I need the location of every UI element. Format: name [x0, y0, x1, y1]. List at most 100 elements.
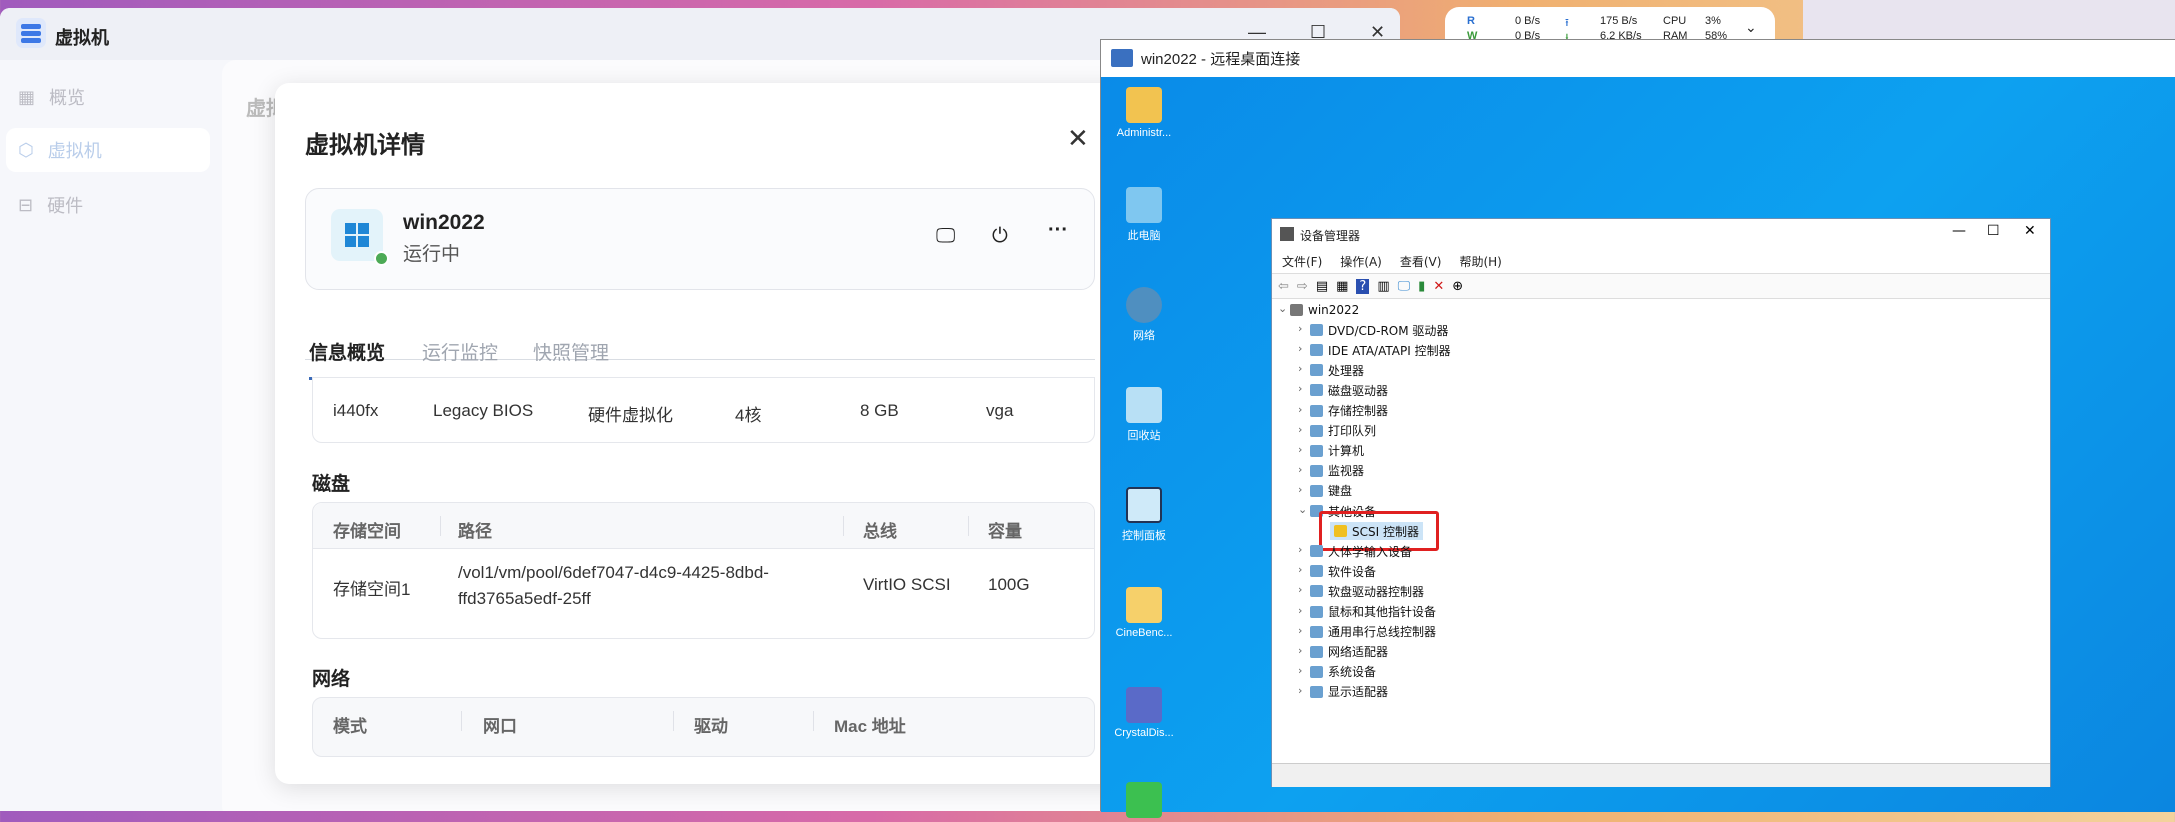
status-dot [374, 251, 389, 266]
tree-item[interactable]: 监视器 [1310, 462, 1364, 480]
back-icon[interactable]: ⇦ [1278, 279, 1289, 294]
drive-icon: ⊟ [18, 194, 34, 215]
chevron-right-icon[interactable]: › [1298, 483, 1302, 496]
tree-label: 监视器 [1328, 464, 1365, 479]
chevron-right-icon[interactable]: › [1298, 664, 1302, 677]
action-pane-icon[interactable]: ▥ [1377, 279, 1389, 294]
tree-item[interactable]: 软盘驱动器控制器 [1310, 582, 1424, 600]
device-category-icon [1310, 404, 1323, 417]
close-modal-button[interactable]: ✕ [1067, 123, 1089, 154]
tab-overview[interactable]: 信息概览 [309, 338, 386, 380]
tree-label: win2022 [1308, 303, 1360, 317]
app-title: 虚拟机 [55, 28, 109, 48]
sidebar-label: 概览 [49, 88, 86, 108]
desktop-icon-cinebench[interactable]: CineBenc... [1109, 587, 1179, 639]
device-category-icon [1310, 565, 1323, 578]
device-manager-icon [1280, 227, 1294, 241]
chevron-right-icon[interactable]: › [1298, 644, 1302, 657]
chevron-down-icon[interactable]: ⌄ [1278, 302, 1287, 315]
tree-label: 显示适配器 [1328, 685, 1389, 700]
disk-section-title: 磁盘 [312, 474, 351, 495]
tree-item[interactable]: 键盘 [1310, 482, 1352, 500]
chevron-right-icon[interactable]: › [1298, 403, 1302, 416]
chevron-right-icon[interactable]: › [1298, 463, 1302, 476]
chevron-right-icon[interactable]: › [1298, 342, 1302, 355]
uninstall-icon[interactable]: ✕ [1433, 279, 1444, 294]
read-label: R [1467, 15, 1475, 27]
tree-item[interactable]: 显示适配器 [1310, 683, 1388, 701]
sidebar-item-overview[interactable]: ▦ 概览 [6, 75, 210, 119]
tree-item[interactable]: 打印队列 [1310, 422, 1376, 440]
device-category-icon [1310, 645, 1323, 658]
icon-label: 此电脑 [1127, 230, 1161, 242]
tree-item[interactable]: 网络适配器 [1310, 643, 1388, 661]
tree-item[interactable]: 通用串行总线控制器 [1310, 623, 1436, 641]
update-driver-icon[interactable]: ▮ [1418, 279, 1425, 294]
dm-menubar: 文件(F) 操作(A) 查看(V) 帮助(H) [1282, 253, 1502, 270]
chevron-right-icon[interactable]: › [1298, 624, 1302, 637]
properties-icon[interactable]: ▦ [1336, 279, 1348, 294]
chevron-right-icon[interactable]: › [1298, 443, 1302, 456]
forward-icon[interactable]: ⇨ [1297, 279, 1308, 294]
chevron-right-icon[interactable]: › [1298, 684, 1302, 697]
chevron-right-icon[interactable]: › [1298, 362, 1302, 375]
chevron-right-icon[interactable]: › [1298, 604, 1302, 617]
chevron-right-icon[interactable]: › [1298, 382, 1302, 395]
desktop-icon-timer[interactable] [1109, 782, 1179, 822]
sidebar-item-hardware[interactable]: ⊟ 硬件 [6, 183, 210, 227]
tree-label: 处理器 [1328, 363, 1365, 378]
tree-item[interactable]: IDE ATA/ATAPI 控制器 [1310, 341, 1451, 359]
more-button[interactable]: ··· [1048, 219, 1068, 242]
tree-item[interactable]: DVD/CD-ROM 驱动器 [1310, 321, 1448, 339]
desktop-icon-administrator[interactable]: Administr... [1109, 87, 1179, 139]
desktop-icon-network[interactable]: 网络 [1109, 287, 1179, 343]
tree-root[interactable]: win2022 [1290, 301, 1359, 319]
desktop-icon-recycle-bin[interactable]: 回收站 [1109, 387, 1179, 443]
disk-path-cont: ffd3765a5edf-25ff [458, 589, 591, 608]
tree-label: IDE ATA/ATAPI 控制器 [1328, 343, 1451, 358]
help-icon[interactable]: ? [1356, 278, 1370, 294]
device-category-icon [1310, 324, 1323, 337]
desktop-icon-crystaldisk[interactable]: CrystalDis... [1109, 687, 1179, 739]
dm-close-button[interactable]: ✕ [2024, 223, 2036, 239]
disable-device-icon[interactable]: ⊕ [1452, 279, 1463, 294]
tab-bar: 信息概览 运行监控 快照管理 [305, 338, 1095, 380]
table-header [313, 503, 1094, 549]
menu-view[interactable]: 查看(V) [1400, 253, 1442, 270]
desktop-icon-control-panel[interactable]: 控制面板 [1109, 487, 1179, 543]
menu-action[interactable]: 操作(A) [1340, 253, 1382, 270]
chevron-right-icon[interactable]: › [1298, 322, 1302, 335]
expand-icon[interactable]: ⌄ [1745, 19, 1757, 36]
chevron-right-icon[interactable]: › [1298, 543, 1302, 556]
device-category-icon [1310, 464, 1323, 477]
desktop-icon-this-pc[interactable]: 此电脑 [1109, 187, 1179, 243]
tab-monitor[interactable]: 运行监控 [422, 338, 498, 377]
menu-help[interactable]: 帮助(H) [1459, 253, 1501, 270]
tree-item[interactable]: 处理器 [1310, 361, 1364, 379]
tree-item[interactable]: 存储控制器 [1310, 402, 1388, 420]
tree-item[interactable]: 计算机 [1310, 442, 1364, 460]
tree-item[interactable]: 系统设备 [1310, 663, 1376, 681]
chevron-right-icon[interactable]: › [1298, 563, 1302, 576]
dm-maximize-button[interactable]: ☐ [1987, 223, 2000, 239]
tree-item[interactable]: 鼠标和其他指针设备 [1310, 603, 1436, 621]
rdp-icon [1111, 49, 1133, 67]
dm-minimize-button[interactable]: — [1952, 223, 1966, 239]
power-button[interactable]: ⏻ [992, 225, 1008, 248]
chevron-right-icon[interactable]: › [1298, 583, 1302, 596]
sidebar-item-vm[interactable]: ⬡ 虚拟机 [6, 128, 210, 172]
menu-file[interactable]: 文件(F) [1282, 253, 1322, 270]
icon-label: 回收站 [1127, 430, 1161, 442]
disk-bus: VirtIO SCSI [863, 575, 951, 594]
chevron-down-icon[interactable]: ⌄ [1298, 503, 1307, 516]
console-button[interactable]: 🖵 [936, 225, 955, 248]
cpu-label: CPU [1663, 15, 1687, 27]
tree-item[interactable]: 磁盘驱动器 [1310, 381, 1388, 399]
tree-item[interactable]: 人体学输入设备 [1310, 542, 1412, 560]
scan-hardware-icon[interactable]: 🖵 [1398, 279, 1411, 294]
tree-label: 键盘 [1328, 484, 1353, 499]
show-hide-tree-icon[interactable]: ▤ [1316, 279, 1328, 294]
tab-snapshots[interactable]: 快照管理 [533, 338, 609, 377]
chevron-right-icon[interactable]: › [1298, 423, 1302, 436]
tree-item[interactable]: 软件设备 [1310, 562, 1376, 580]
